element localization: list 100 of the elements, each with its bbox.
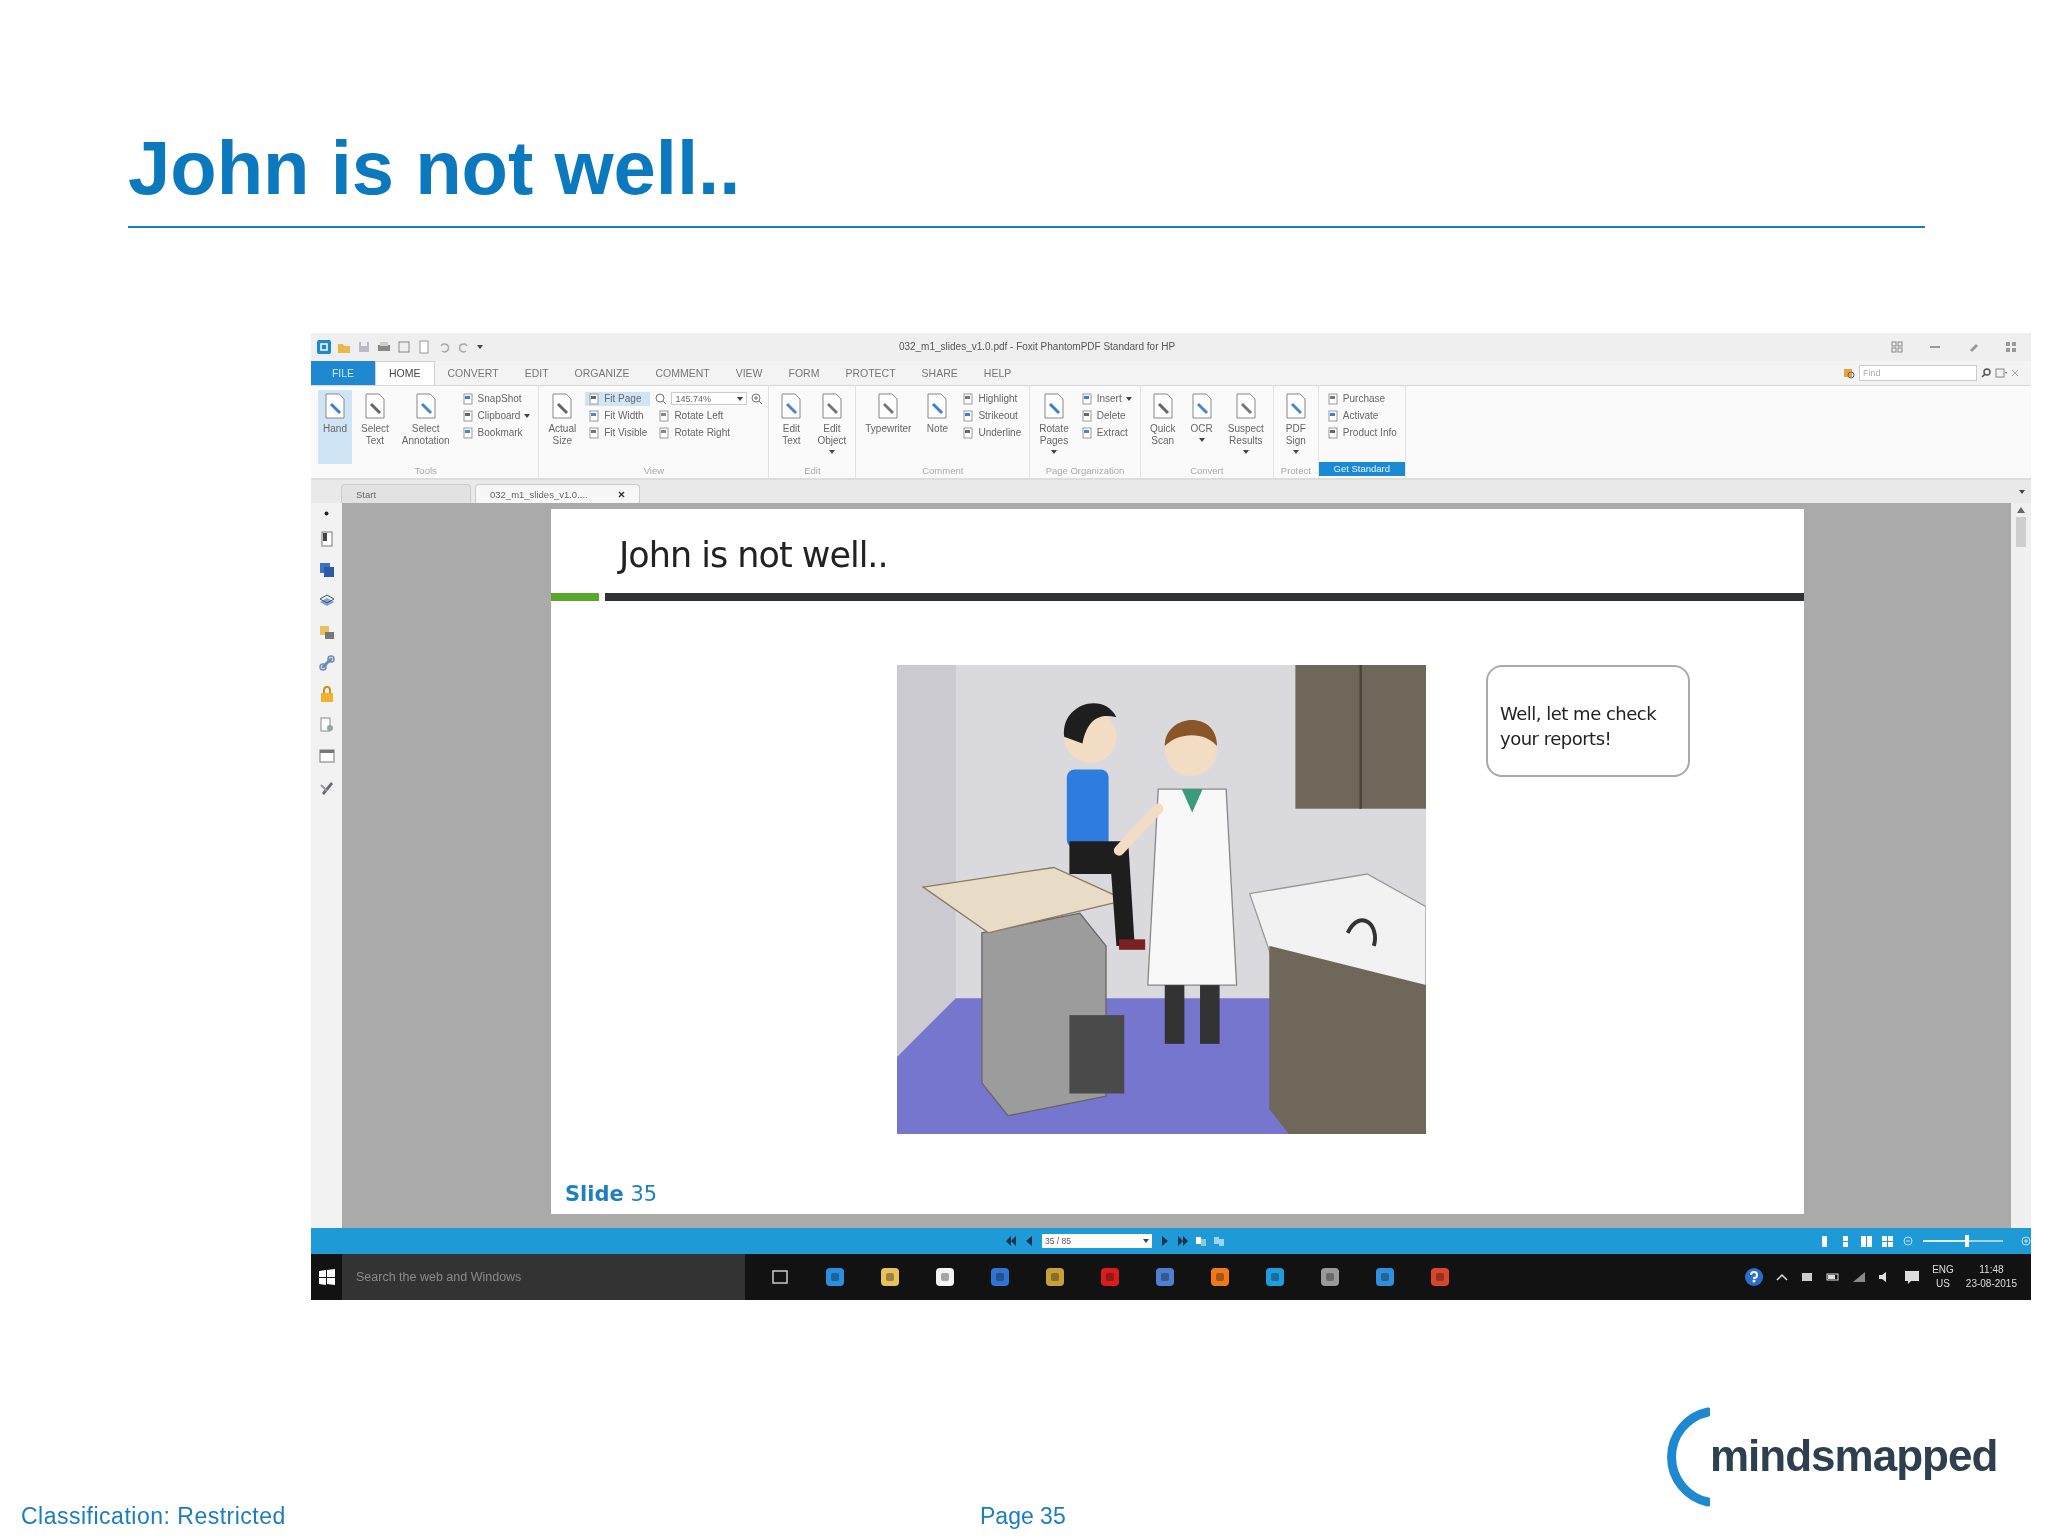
first-page-icon[interactable] <box>1006 1236 1016 1247</box>
zoom-out-icon[interactable] <box>1903 1236 1913 1247</box>
get-standard-button[interactable]: Get Standard <box>1318 461 1405 476</box>
ribbon-button[interactable]: Quick Scan <box>1145 389 1180 464</box>
windows-icon[interactable] <box>318 1269 335 1286</box>
page-icon <box>588 426 601 439</box>
menu-tab[interactable]: EDIT <box>511 360 562 385</box>
ribbon-button[interactable]: Edit Text <box>774 389 809 464</box>
lock-icon[interactable] <box>318 686 335 703</box>
menu-tab[interactable]: ORGANIZE <box>561 360 643 385</box>
document-icon <box>322 391 348 420</box>
close-icon[interactable] <box>617 490 625 498</box>
app-icon[interactable] <box>1209 1266 1231 1289</box>
ribbon-button[interactable]: Fit Width <box>585 408 651 423</box>
grid-icon[interactable] <box>1882 1235 1893 1247</box>
folder-icon[interactable] <box>318 624 335 641</box>
ribbon-button[interactable]: Underline <box>959 425 1025 440</box>
ribbon-button[interactable]: Purchase <box>1323 391 1400 406</box>
facing-pages-icon[interactable] <box>1861 1235 1872 1247</box>
group-label: Tools <box>413 463 438 478</box>
last-page-icon[interactable] <box>1178 1236 1188 1247</box>
message-icon[interactable] <box>1904 1270 1921 1285</box>
copy-icon[interactable] <box>318 562 335 579</box>
ribbon-button[interactable]: Clipboard <box>458 408 534 423</box>
ribbon-button[interactable]: Rotate Right <box>655 425 764 440</box>
ribbon-button[interactable]: Product Info <box>1323 425 1400 440</box>
clock-time[interactable]: 11:48 <box>1979 1263 2004 1278</box>
options-icon[interactable] <box>1995 367 2007 378</box>
link-icon[interactable] <box>318 655 335 672</box>
menu-tab[interactable]: HOME <box>375 360 435 385</box>
region-label[interactable]: US <box>1936 1277 1950 1292</box>
page-icon <box>1080 426 1093 439</box>
ribbon-button[interactable]: Delete <box>1077 408 1135 423</box>
ribbon-button[interactable]: Bookmark <box>458 425 534 440</box>
window-icon[interactable] <box>318 748 335 765</box>
ribbon-button[interactable]: Suspect Results <box>1223 389 1268 464</box>
app-icon[interactable] <box>934 1266 956 1289</box>
ribbon-button[interactable]: Rotate Left <box>655 408 764 423</box>
app-icon[interactable] <box>1044 1266 1066 1289</box>
ribbon-button[interactable]: Note <box>920 389 955 464</box>
zoom-in-icon[interactable] <box>751 392 764 405</box>
document-tab[interactable]: Start <box>341 484 471 504</box>
zoom-out-icon[interactable] <box>655 392 668 405</box>
app-icon[interactable] <box>1319 1266 1341 1289</box>
zoom-slider-thumb[interactable] <box>1964 1235 1969 1248</box>
zoom-in-icon[interactable] <box>2021 1236 2031 1247</box>
search-icon[interactable] <box>1981 367 1991 378</box>
page-icon[interactable] <box>318 531 335 548</box>
ribbon-button[interactable]: Rotate Pages <box>1035 389 1073 464</box>
menu-tab[interactable]: HELP <box>970 360 1025 385</box>
menu-tab[interactable]: FILE <box>311 360 375 385</box>
language-label[interactable]: ENG <box>1932 1263 1954 1278</box>
menu-tab[interactable]: FORM <box>775 360 833 385</box>
menu-tab[interactable]: VIEW <box>722 360 776 385</box>
document-tab[interactable]: 032_m1_slides_v1.0.... <box>475 484 640 504</box>
continuous-page-icon[interactable] <box>1840 1235 1851 1247</box>
page-field[interactable]: 35 / 85 <box>1045 1236 1071 1247</box>
ribbon-button[interactable]: Fit Page <box>585 391 651 406</box>
ribbon-button[interactable]: SnapShot <box>458 391 534 406</box>
pen-icon[interactable] <box>318 779 335 796</box>
ribbon-button[interactable]: OCR <box>1184 389 1219 464</box>
next-page-icon[interactable] <box>1160 1236 1170 1247</box>
ribbon-button[interactable]: Highlight <box>959 391 1025 406</box>
app-logo-icon[interactable] <box>317 339 331 354</box>
menu-tab[interactable]: PROTECT <box>832 360 909 385</box>
ribbon-button[interactable]: Edit Object <box>813 389 851 464</box>
ribbon-button[interactable]: PDF Sign <box>1278 389 1313 464</box>
ribbon-button[interactable]: Select Annotation <box>397 389 454 464</box>
chevron-up-icon[interactable] <box>1776 1273 1789 1282</box>
scroll-thumb-icon[interactable] <box>2016 517 2026 548</box>
app-icon[interactable] <box>1264 1266 1286 1289</box>
menu-tab[interactable]: COMMENT <box>642 360 723 385</box>
ribbon-button[interactable]: Select Text <box>357 389 393 464</box>
ribbon-button[interactable]: Activate <box>1323 408 1400 423</box>
menu-tab[interactable]: SHARE <box>908 360 971 385</box>
grid-icon[interactable] <box>2005 340 2017 353</box>
menu-tab[interactable]: CONVERT <box>434 360 512 385</box>
help-icon[interactable] <box>1744 1267 1765 1288</box>
ribbon-button[interactable]: Actual Size <box>544 389 581 464</box>
scroll-up-icon[interactable] <box>2017 507 2025 514</box>
document-search-icon[interactable] <box>318 717 335 734</box>
ribbon-button[interactable]: Hand <box>318 389 352 464</box>
ribbon-button[interactable]: Fit Visible <box>585 425 651 440</box>
caret-icon <box>2019 489 2025 494</box>
ribbon-button[interactable]: Extract <box>1077 425 1135 440</box>
printer-icon[interactable] <box>377 339 391 354</box>
ribbon-button[interactable]: Insert <box>1077 391 1135 406</box>
previous-page-icon[interactable] <box>1024 1236 1034 1247</box>
clock-date[interactable]: 23-08-2015 <box>1965 1277 2017 1292</box>
wifi-icon[interactable] <box>1852 1271 1867 1284</box>
ribbon-button[interactable]: Strikeout <box>959 408 1025 423</box>
app-icon[interactable] <box>879 1266 901 1289</box>
search-field[interactable]: Search the web and Windows <box>342 1254 745 1300</box>
ribbon-button[interactable]: Typewriter <box>861 389 916 464</box>
find-field[interactable]: Find <box>1859 364 1977 381</box>
pages-icon[interactable] <box>1196 1236 1206 1247</box>
single-page-icon[interactable] <box>1819 1235 1830 1247</box>
battery-icon[interactable] <box>1826 1272 1841 1283</box>
page-icon <box>658 426 671 439</box>
page-icon <box>658 409 671 422</box>
